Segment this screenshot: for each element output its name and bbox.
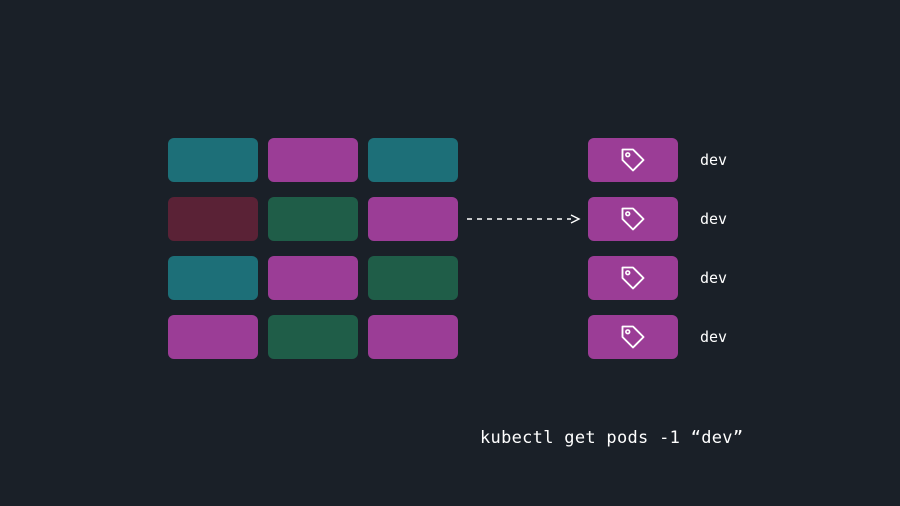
- result-column: dev dev dev: [588, 138, 727, 359]
- pod-grid: [168, 138, 458, 359]
- pod-cell: [368, 138, 458, 182]
- result-pod: [588, 197, 678, 241]
- result-row: dev: [588, 197, 727, 241]
- result-row: dev: [588, 138, 727, 182]
- result-row: dev: [588, 256, 727, 300]
- pod-cell: [368, 256, 458, 300]
- pod-cell: [268, 197, 358, 241]
- pod-cell: [168, 315, 258, 359]
- result-label: dev: [700, 269, 727, 287]
- pod-cell: [268, 256, 358, 300]
- result-pod: [588, 138, 678, 182]
- dashed-arrow: [458, 197, 588, 241]
- pod-cell: [368, 315, 458, 359]
- pod-cell: [168, 256, 258, 300]
- result-label: dev: [700, 210, 727, 228]
- pod-cell: [168, 197, 258, 241]
- command-text: kubectl get pods -1 “dev”: [480, 428, 743, 448]
- tag-icon: [619, 323, 647, 351]
- pod-cell: [268, 315, 358, 359]
- tag-icon: [619, 205, 647, 233]
- arrow-right-icon: [463, 213, 583, 225]
- result-label: dev: [700, 328, 727, 346]
- diagram-stage: dev dev dev: [168, 138, 727, 359]
- tag-icon: [619, 264, 647, 292]
- result-row: dev: [588, 315, 727, 359]
- pod-cell: [368, 197, 458, 241]
- pod-cell: [268, 138, 358, 182]
- result-pod: [588, 256, 678, 300]
- result-label: dev: [700, 151, 727, 169]
- pod-cell: [168, 138, 258, 182]
- tag-icon: [619, 146, 647, 174]
- result-pod: [588, 315, 678, 359]
